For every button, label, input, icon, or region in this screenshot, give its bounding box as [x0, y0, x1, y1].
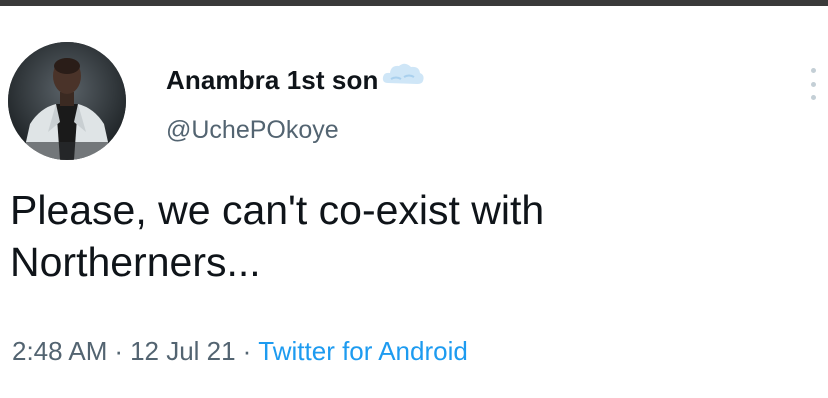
tweet-time[interactable]: 2:48 AM	[12, 336, 107, 366]
avatar-image	[8, 42, 126, 160]
tweet-source-link[interactable]: Twitter for Android	[258, 336, 468, 366]
meta-separator: ·	[114, 336, 124, 366]
profile-avatar[interactable]	[8, 42, 126, 160]
tweet-text-line: Northerners...	[10, 239, 261, 285]
tweet-meta: 2:48 AM · 12 Jul 21 · Twitter for Android	[12, 336, 468, 367]
more-dot	[810, 81, 816, 87]
more-dot	[810, 68, 816, 73]
tweet-date[interactable]: 12 Jul 21	[130, 336, 236, 366]
more-dot	[810, 95, 816, 100]
more-options-icon[interactable]	[806, 64, 820, 104]
author-display-name[interactable]: Anambra 1st son	[166, 65, 378, 96]
cloud-emoji-icon	[380, 59, 426, 94]
tweet-text: Please, we can't co-exist with Northerne…	[10, 184, 810, 288]
meta-separator: ·	[242, 336, 252, 366]
tweet-text-line: Please, we can't co-exist with	[10, 187, 545, 233]
top-divider	[0, 0, 828, 6]
author-handle[interactable]: @UchePOkoye	[166, 116, 339, 145]
author-name-row[interactable]: Anambra 1st son	[166, 60, 426, 100]
